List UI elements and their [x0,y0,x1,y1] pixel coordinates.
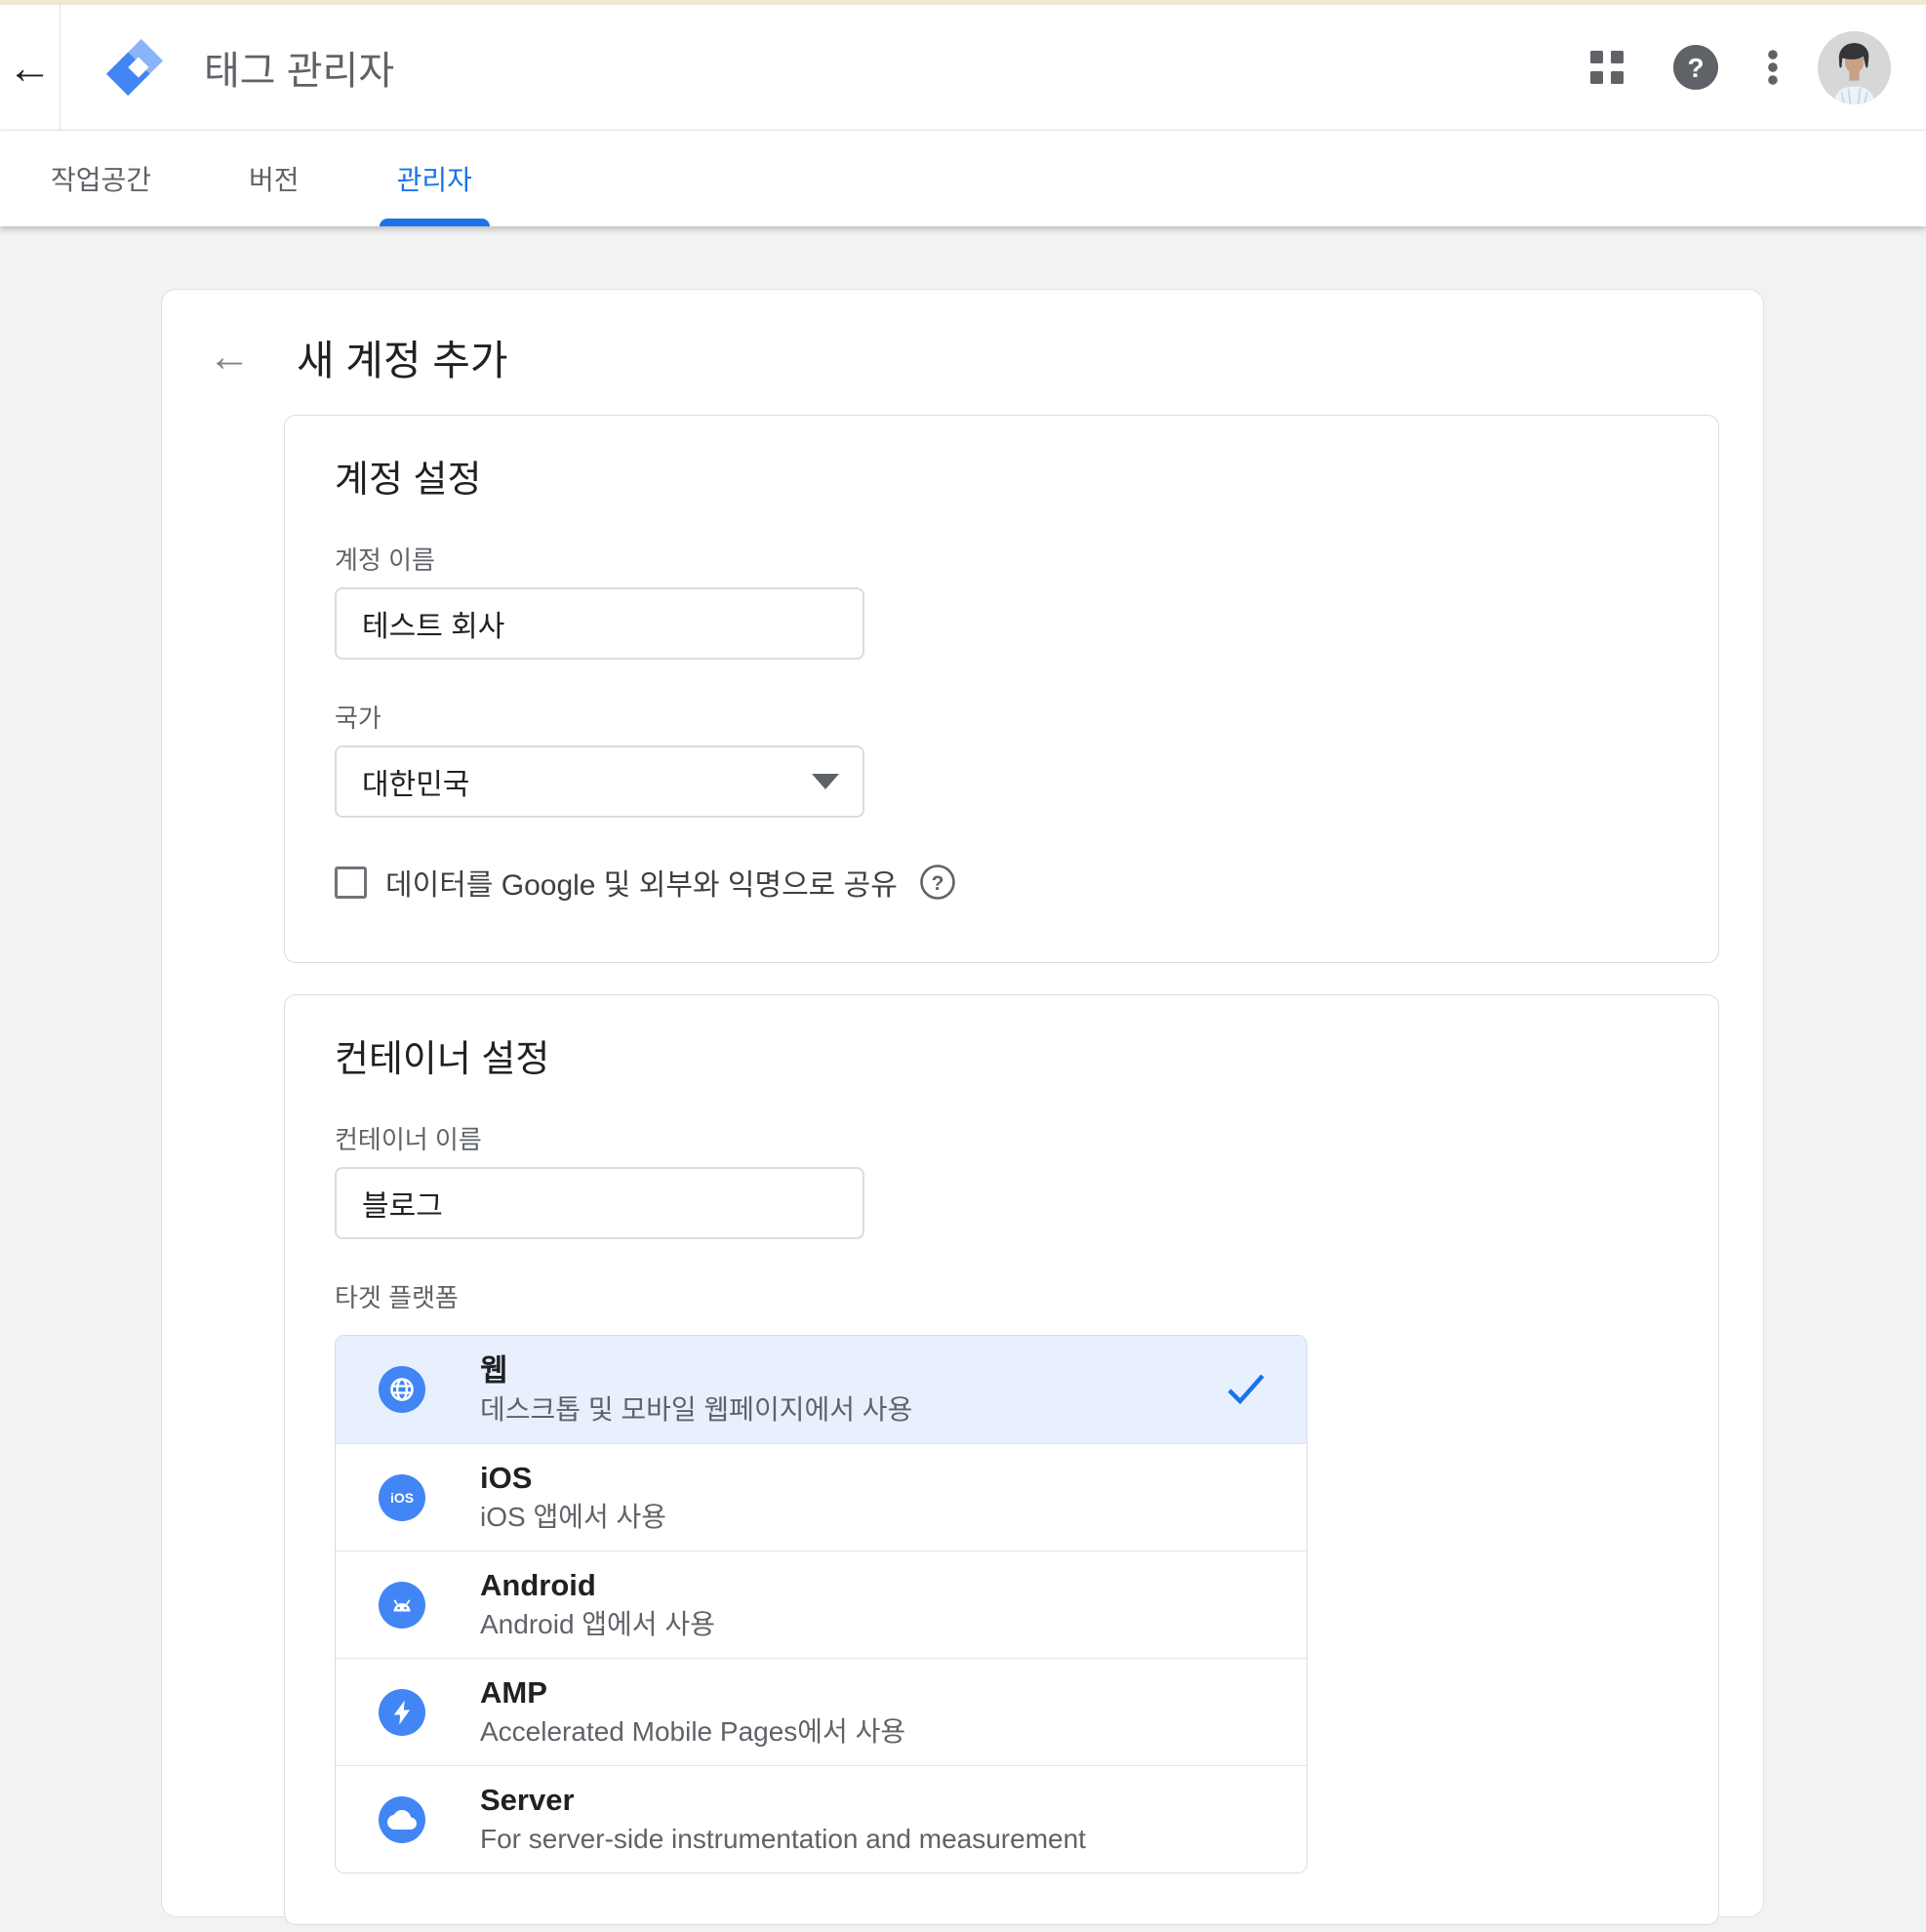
platform-option-amp[interactable]: AMP Accelerated Mobile Pages에서 사용 [336,1658,1306,1765]
platform-name: AMP [480,1676,905,1710]
container-settings-section: 컨테이너 설정 컨테이너 이름 타겟 플랫폼 웹 [284,994,1719,1925]
share-data-checkbox[interactable] [335,866,367,899]
cloud-icon [379,1796,425,1843]
app-header: ← 태그 관리자 ? [0,5,1926,131]
new-account-card: ← 새 계정 추가 계정 설정 계정 이름 국가 대한민국 데이터를 Googl… [161,289,1764,1917]
container-name-input[interactable] [335,1167,864,1239]
account-settings-heading: 계정 설정 [335,459,1669,502]
tab-workspace-label: 작업공간 [51,159,151,198]
platform-texts: 웹 데스크톱 및 모바일 웹페이지에서 사용 [480,1354,912,1426]
check-icon [1224,1370,1267,1409]
platform-option-ios[interactable]: iOS iOS iOS 앱에서 사용 [336,1443,1306,1550]
target-platform-list: 웹 데스크톱 및 모바일 웹페이지에서 사용 iOS [335,1335,1307,1873]
platform-description: Android 앱에서 사용 [480,1609,715,1640]
platform-name: 웹 [480,1354,912,1388]
platform-name: Android [480,1569,715,1602]
help-icon[interactable]: ? [1673,45,1718,90]
ios-icon: iOS [379,1474,425,1521]
country-label: 국가 [335,703,1669,734]
tab-versions[interactable]: 버전 [231,131,317,226]
tag-manager-logo-icon [104,37,165,98]
tab-active-underline [380,219,490,226]
tab-admin-label: 관리자 [397,159,472,198]
card-back-button[interactable]: ← [208,336,251,379]
svg-text:?: ? [931,872,943,895]
account-name-input[interactable] [335,587,864,660]
platform-option-server[interactable]: Server For server-side instrumentation a… [336,1765,1306,1872]
share-data-label: 데이터를 Google 및 외부와 익명으로 공유 [385,861,898,904]
android-icon [379,1582,425,1629]
help-outline-icon[interactable]: ? [919,864,956,901]
svg-text:iOS: iOS [390,1490,414,1506]
account-settings-section: 계정 설정 계정 이름 국가 대한민국 데이터를 Google 및 외부와 익명… [284,415,1719,963]
chevron-down-icon [812,774,839,789]
globe-icon [379,1366,425,1413]
card-header: ← 새 계정 추가 [208,327,1763,387]
account-name-label: 계정 이름 [335,544,1669,576]
header-back-button[interactable]: ← [0,5,60,130]
container-settings-heading: 컨테이너 설정 [335,1038,1669,1081]
header-actions: ? [1590,31,1926,104]
platform-option-android[interactable]: Android Android 앱에서 사용 [336,1550,1306,1658]
target-platform-label: 타겟 플랫폼 [335,1282,1669,1313]
tab-workspace[interactable]: 작업공간 [33,131,169,226]
platform-option-web[interactable]: 웹 데스크톱 및 모바일 웹페이지에서 사용 [336,1336,1306,1443]
platform-name: Server [480,1784,1086,1817]
tab-admin[interactable]: 관리자 [380,131,490,226]
avatar[interactable] [1818,31,1891,104]
app-title: 태그 관리자 [204,39,394,96]
platform-texts: Server For server-side instrumentation a… [480,1784,1086,1855]
platform-description: 데스크톱 및 모바일 웹페이지에서 사용 [480,1394,912,1426]
platform-description: Accelerated Mobile Pages에서 사용 [480,1716,905,1748]
country-select[interactable]: 대한민국 [335,745,864,818]
country-select-value: 대한민국 [362,760,469,803]
share-data-row: 데이터를 Google 및 외부와 익명으로 공유 ? [335,861,1669,904]
page-title: 새 계정 추가 [297,328,508,387]
platform-description: iOS 앱에서 사용 [480,1502,666,1533]
amp-lightning-icon [379,1689,425,1736]
platform-texts: AMP Accelerated Mobile Pages에서 사용 [480,1676,905,1748]
admin-content: ← 새 계정 추가 계정 설정 계정 이름 국가 대한민국 데이터를 Googl… [0,226,1926,1917]
platform-texts: Android Android 앱에서 사용 [480,1569,715,1640]
tab-versions-label: 버전 [249,159,300,198]
back-arrow-icon: ← [8,41,53,94]
apps-grid-icon[interactable] [1590,51,1624,84]
platform-texts: iOS iOS 앱에서 사용 [480,1462,666,1533]
container-name-label: 컨테이너 이름 [335,1124,1669,1155]
kebab-menu-icon[interactable] [1767,49,1779,86]
platform-description: For server-side instrumentation and meas… [480,1824,1086,1855]
platform-name: iOS [480,1462,666,1495]
tab-bar: 작업공간 버전 관리자 [0,131,1926,226]
svg-text:?: ? [1687,53,1704,83]
